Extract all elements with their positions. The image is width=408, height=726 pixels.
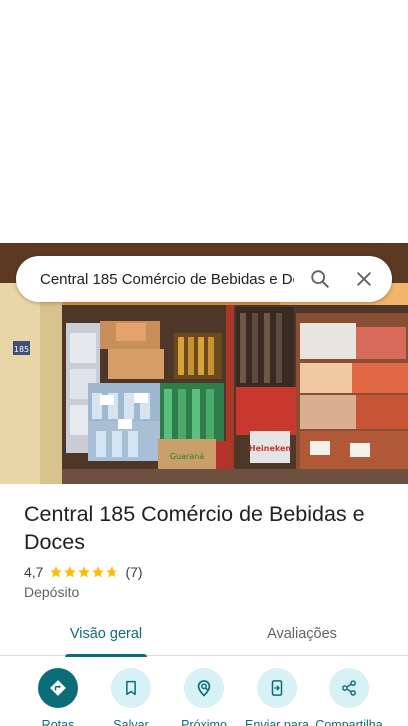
save-label: Salvar [113,718,149,726]
star-icon [78,566,91,578]
close-search-button[interactable] [344,259,384,299]
share-icon [342,680,356,696]
nearby-button-circle[interactable] [184,668,224,708]
map-blank-area [0,0,408,243]
send-to-phone-button[interactable]: Enviar para [240,668,314,726]
directions-icon [50,680,66,696]
directions-label: Rotas [41,718,75,726]
tab-reviews[interactable]: Avaliações [240,612,364,656]
tab-overview-label: Visão geral [69,626,143,642]
directions-button-circle[interactable] [38,668,78,708]
place-title: Central 185 Comércio de Bebidas e Doces [24,502,365,554]
star-icon [64,566,77,578]
tab-overview[interactable]: Visão geral [44,612,168,657]
search-icon [311,270,329,288]
save-button-circle[interactable] [111,668,151,708]
bookmark-icon [126,680,136,696]
rating-stars [49,565,119,579]
photo-label-heineken: Heineken [249,444,292,453]
tab-bar: Visão geral Avaliações [0,612,408,657]
rating-value: 4,7 [24,564,44,580]
review-count: (7) [125,564,143,580]
star-icon [92,566,105,578]
place-category[interactable]: Depósito [24,584,79,600]
photo-sign-number: 185 [14,345,29,354]
save-button[interactable]: Salvar [94,668,168,726]
send-to-phone-button-circle[interactable] [257,668,297,708]
tab-reviews-label: Avaliações [267,626,337,642]
star-icon [50,566,63,578]
directions-button[interactable]: Rotas [21,668,95,726]
nearby-icon [197,680,211,697]
action-buttons-row: Rotas Salvar Próximo Enviar para Compart… [0,668,408,726]
photo-label-guarana: Guaraná [170,452,204,461]
nearby-label: Próximo [181,718,227,726]
search-input[interactable]: Central 185 Comércio de Bebidas e Doces [40,271,294,288]
send-to-phone-label: Enviar para [245,718,309,726]
rating-row[interactable]: 4,7 (7) [24,563,143,581]
star-half-icon [106,566,119,578]
share-label: Compartilha [315,718,383,726]
nearby-button[interactable]: Próximo [167,668,241,726]
search-button[interactable] [300,259,340,299]
send-to-phone-icon [271,680,283,696]
active-tab-indicator [65,654,147,657]
close-icon [357,272,371,286]
search-bar[interactable]: Central 185 Comércio de Bebidas e Doces [16,256,392,302]
share-button-circle[interactable] [329,668,369,708]
share-button[interactable]: Compartilha [312,668,386,726]
